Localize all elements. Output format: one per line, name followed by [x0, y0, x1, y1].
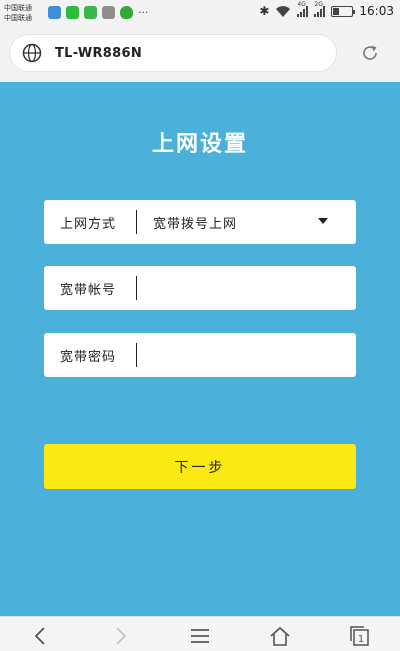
- gallery-icon: [102, 6, 115, 19]
- account-input[interactable]: [145, 273, 345, 303]
- signal-2g-icon: 2G: [314, 1, 326, 17]
- address-text: TL-WR886N: [55, 45, 143, 61]
- password-input[interactable]: [145, 340, 345, 370]
- connection-type-select[interactable]: 上网方式 宽带拨号上网: [44, 200, 356, 244]
- bluetooth-icon: ✱: [259, 4, 270, 18]
- field-divider: [136, 276, 137, 300]
- next-button[interactable]: 下一步: [44, 444, 356, 489]
- field-divider: [136, 210, 137, 234]
- shield-icon: [120, 6, 133, 19]
- carrier-2: 中国联通: [4, 14, 32, 22]
- page-title: 上网设置: [151, 131, 248, 157]
- back-icon[interactable]: [30, 625, 52, 647]
- account-field: 宽带帐号: [44, 266, 356, 310]
- menu-icon[interactable]: [189, 625, 211, 647]
- setup-page: 上网设置 上网方式 宽带拨号上网 宽带帐号 宽带密码 下一步: [0, 82, 400, 616]
- password-field: 宽带密码: [44, 333, 356, 377]
- status-bar: 中国联通 中国联通 ··· ✱ 4G 2G 16:03: [0, 0, 400, 26]
- connection-type-label: 上网方式: [60, 216, 117, 232]
- carrier-info: 中国联通 中国联通: [4, 3, 32, 23]
- clock: 16:03: [359, 4, 394, 18]
- photo-app-icon: [48, 6, 61, 19]
- bottom-nav: 1: [0, 616, 400, 651]
- notification-icons: ···: [48, 6, 149, 19]
- account-label: 宽带帐号: [60, 282, 117, 298]
- globe-icon: [22, 43, 42, 63]
- browser-toolbar: TL-WR886N: [0, 26, 400, 82]
- dropdown-arrow-icon[interactable]: [318, 218, 328, 224]
- messaging-app-icon: [84, 6, 97, 19]
- signal-4g-label: 4G: [297, 1, 306, 8]
- password-label: 宽带密码: [60, 349, 117, 365]
- signal-2g-label: 2G: [314, 1, 323, 8]
- tabs-count: 1: [358, 634, 364, 645]
- address-bar[interactable]: TL-WR886N: [9, 34, 337, 72]
- wechat-icon: [66, 6, 79, 19]
- carrier-1: 中国联通: [4, 4, 32, 12]
- reload-icon[interactable]: [360, 43, 380, 63]
- connection-type-value: 宽带拨号上网: [153, 216, 238, 232]
- system-icons: ✱ 4G 2G 16:03: [259, 1, 394, 18]
- tabs-icon[interactable]: 1: [348, 625, 370, 647]
- wifi-icon: [276, 6, 291, 17]
- home-icon[interactable]: [269, 625, 291, 647]
- more-notifications-icon: ···: [138, 5, 149, 19]
- forward-icon[interactable]: [109, 625, 131, 647]
- signal-4g-icon: 4G: [297, 1, 309, 17]
- field-divider: [136, 343, 137, 367]
- battery-icon: [331, 5, 356, 17]
